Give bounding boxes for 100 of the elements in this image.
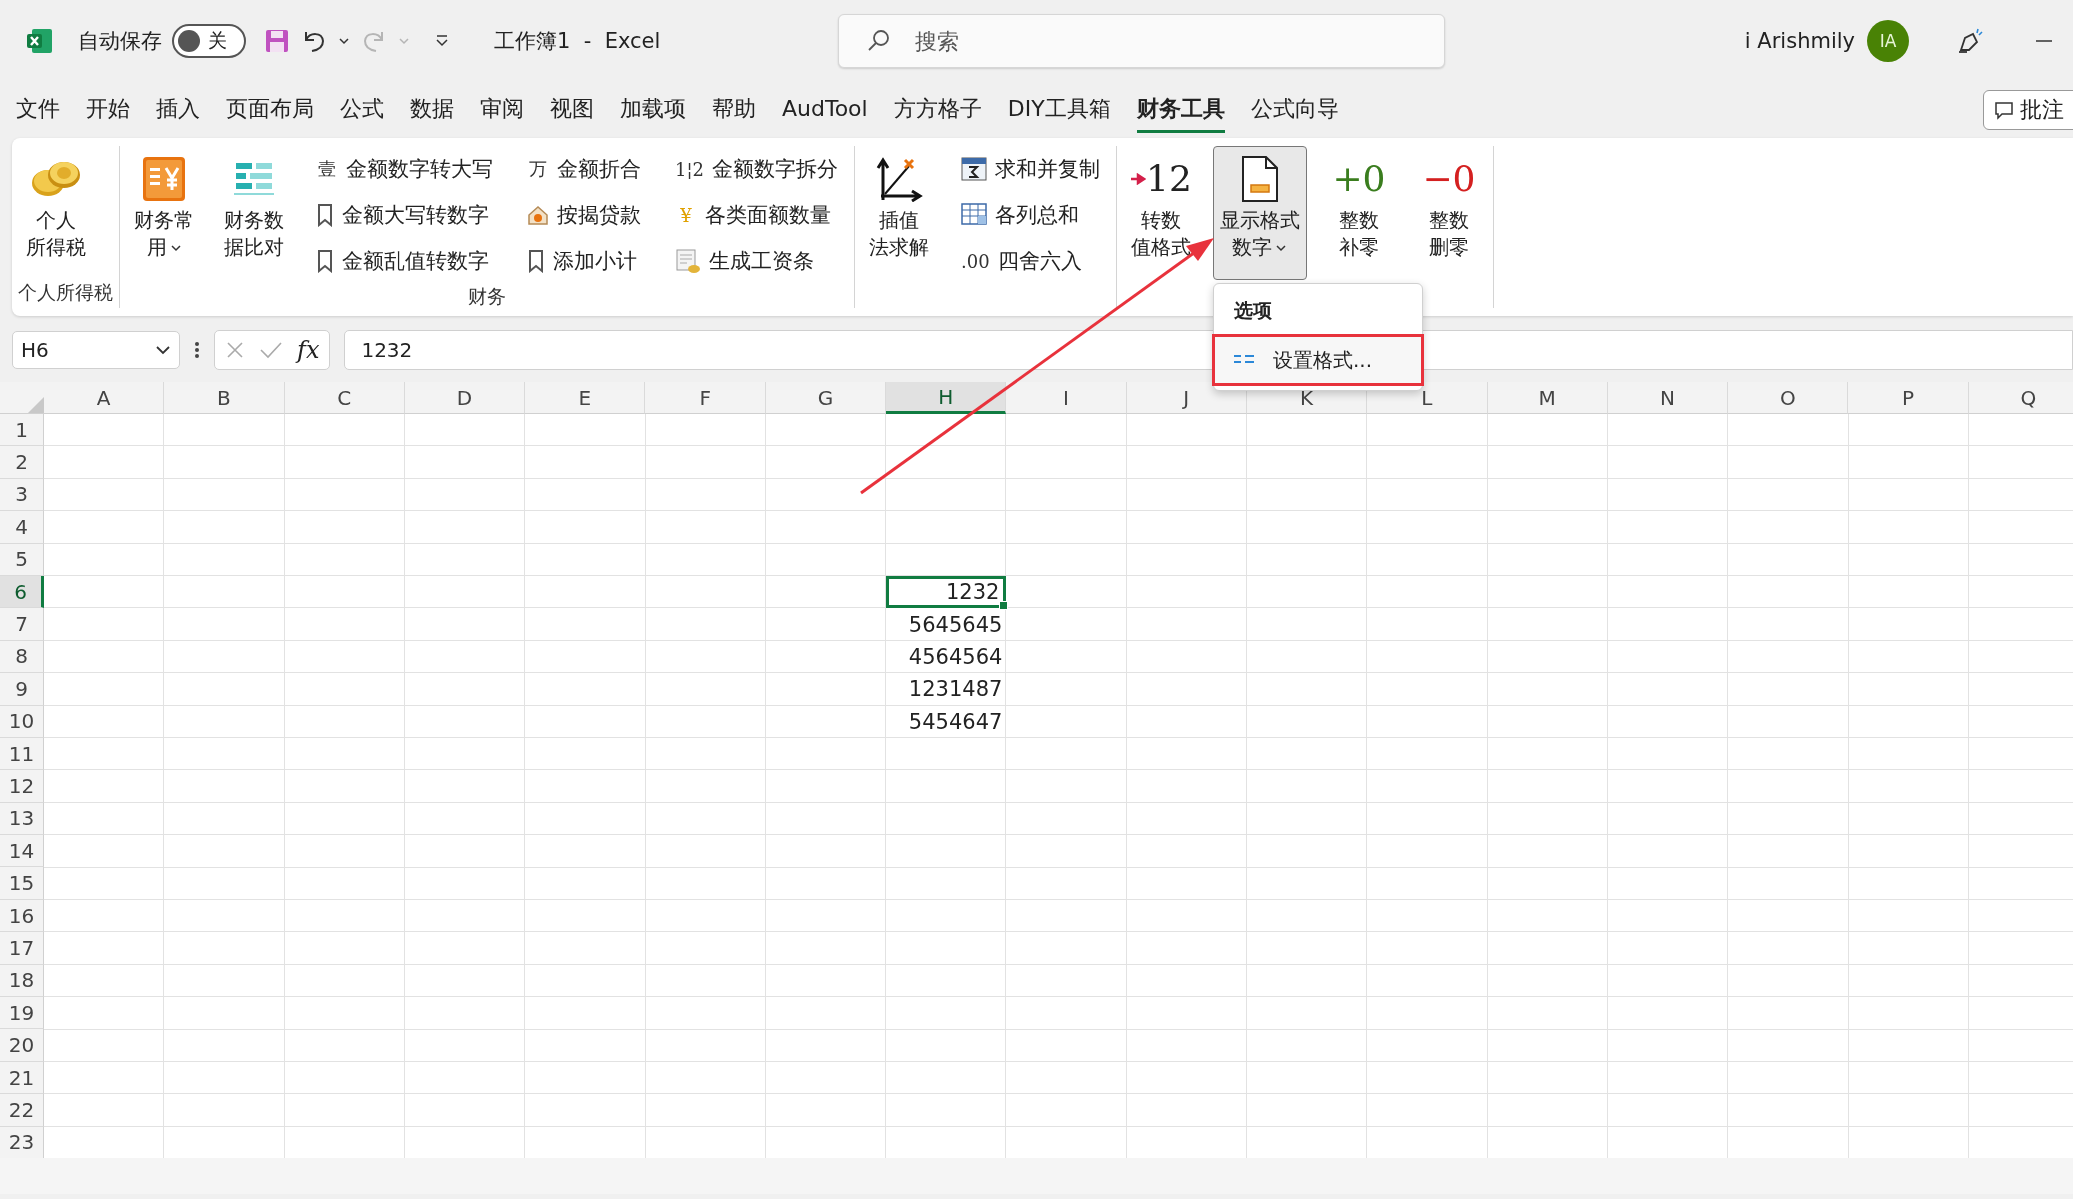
- column-header[interactable]: I: [1006, 382, 1127, 414]
- column-header[interactable]: J: [1126, 382, 1247, 414]
- bookmark-icon: [527, 249, 545, 273]
- glyph-icon: .00: [960, 250, 990, 272]
- menu-item[interactable]: 设置格式...: [1211, 334, 1424, 386]
- ribbon-tab[interactable]: 页面布局: [226, 87, 314, 133]
- sheet-coin-icon: [675, 248, 701, 274]
- check-icon[interactable]: [259, 340, 283, 360]
- column-header[interactable]: A: [44, 382, 165, 414]
- row-header[interactable]: 11: [0, 737, 44, 771]
- ribbon-tab[interactable]: 公式向导: [1250, 87, 1339, 133]
- column-header[interactable]: H: [886, 382, 1007, 414]
- ribbon-button[interactable]: 财务数 据比对: [216, 146, 292, 280]
- ribbon-command[interactable]: 各列总和: [956, 194, 1104, 236]
- ribbon-command[interactable]: .00 四舍六入: [956, 240, 1104, 282]
- ribbon-command[interactable]: 金额乱值转数字: [312, 240, 497, 282]
- column-header[interactable]: P: [1848, 382, 1969, 414]
- row-header[interactable]: 16: [0, 899, 44, 933]
- row-header[interactable]: 6: [0, 575, 44, 609]
- row-header[interactable]: 20: [0, 1029, 44, 1062]
- ribbon-command[interactable]: 金额大写转数字: [312, 194, 497, 236]
- ribbon-button[interactable]: 个人 所得税: [18, 146, 94, 280]
- column-header[interactable]: M: [1487, 382, 1608, 414]
- row-header[interactable]: 13: [0, 802, 44, 836]
- ribbon-tab[interactable]: 帮助: [712, 87, 756, 133]
- more-icon[interactable]: [194, 340, 200, 360]
- glyph-icon: ¥: [675, 204, 697, 226]
- row-header[interactable]: 14: [0, 835, 44, 868]
- row-header[interactable]: 17: [0, 932, 44, 965]
- column-header[interactable]: D: [404, 382, 526, 414]
- ribbon-command[interactable]: 求和并复制: [956, 148, 1104, 190]
- column-header[interactable]: C: [284, 382, 405, 414]
- user-avatar[interactable]: IA: [1867, 20, 1909, 62]
- table-cell[interactable]: 1231487: [886, 673, 1007, 706]
- insert-function-button[interactable]: fx: [297, 336, 320, 364]
- column-header[interactable]: E: [525, 382, 646, 414]
- save-icon[interactable]: [264, 28, 290, 54]
- ribbon-command[interactable]: 万 金额折合: [523, 148, 645, 190]
- ribbon-command[interactable]: 添加小计: [523, 240, 645, 282]
- ribbon-button[interactable]: +0 整数 补零: [1320, 146, 1397, 280]
- ribbon-command[interactable]: 生成工资条: [671, 240, 842, 282]
- row-header[interactable]: 4: [0, 511, 44, 544]
- sum-table-icon: [960, 157, 987, 181]
- ribbon-command[interactable]: 1¦2 金额数字拆分: [671, 148, 842, 190]
- row-header[interactable]: 5: [0, 543, 44, 576]
- autosave-toggle[interactable]: 关: [172, 24, 246, 58]
- row-header[interactable]: 21: [0, 1061, 44, 1095]
- comment-button[interactable]: 批注: [1983, 90, 2073, 130]
- ribbon-tab[interactable]: 数据: [410, 87, 454, 133]
- ribbon-button[interactable]: 12 转数 值格式: [1122, 146, 1199, 280]
- row-header[interactable]: 18: [0, 964, 44, 998]
- column-header[interactable]: F: [645, 382, 766, 414]
- ribbon-tab[interactable]: 视图: [550, 87, 594, 133]
- row-header[interactable]: 10: [0, 705, 44, 738]
- ribbon-command[interactable]: ¥ 各类面额数量: [671, 194, 842, 236]
- caret-icon: [155, 345, 171, 355]
- ribbon-button[interactable]: 插值 法求解: [860, 146, 937, 280]
- ribbon-tab[interactable]: 插入: [156, 87, 200, 133]
- caret-icon[interactable]: [338, 37, 350, 45]
- column-header[interactable]: B: [164, 382, 285, 414]
- row-header[interactable]: 23: [0, 1126, 44, 1158]
- column-header[interactable]: Q: [1968, 382, 2073, 414]
- ribbon-button[interactable]: 显示格式 数字: [1212, 146, 1307, 280]
- ribbon-tab[interactable]: 财务工具: [1136, 87, 1225, 133]
- ribbon-tab[interactable]: DIY工具箱: [1007, 87, 1111, 133]
- table-cell[interactable]: 4564564: [886, 640, 1007, 674]
- name-box[interactable]: H6: [12, 331, 180, 369]
- ribbon-command[interactable]: 按揭贷款: [523, 194, 645, 236]
- ribbon-tab[interactable]: 加载项: [620, 87, 686, 133]
- row-header[interactable]: 8: [0, 640, 44, 674]
- ribbon-button[interactable]: 财务常 用: [126, 146, 202, 280]
- row-header[interactable]: 7: [0, 608, 44, 641]
- row-header[interactable]: 2: [0, 446, 44, 479]
- column-header[interactable]: N: [1607, 382, 1729, 414]
- group-label: 个人所得税: [18, 280, 113, 305]
- ribbon-button[interactable]: −0 整数 删零: [1410, 146, 1487, 280]
- row-header[interactable]: 3: [0, 478, 44, 512]
- ribbon-tab[interactable]: 公式: [340, 87, 384, 133]
- customize-toolbar-icon[interactable]: [434, 34, 450, 48]
- row-header[interactable]: 9: [0, 673, 44, 706]
- row-header[interactable]: 12: [0, 770, 44, 803]
- column-header[interactable]: G: [765, 382, 887, 414]
- user-name[interactable]: i Arishmily: [1744, 29, 1855, 53]
- search-field[interactable]: 搜索: [838, 14, 1445, 68]
- minimize-icon[interactable]: [2035, 39, 2053, 43]
- ribbon-tab[interactable]: 开始: [86, 87, 130, 133]
- row-header[interactable]: 22: [0, 1094, 44, 1127]
- ribbon-tab[interactable]: 方方格子: [893, 87, 982, 133]
- ribbon-tab[interactable]: 审阅: [480, 87, 524, 133]
- row-header[interactable]: 19: [0, 997, 44, 1030]
- column-header[interactable]: O: [1728, 382, 1849, 414]
- row-header[interactable]: 1: [0, 414, 44, 447]
- ribbon-tab[interactable]: 文件: [16, 87, 60, 133]
- table-cell[interactable]: 1232: [886, 575, 1007, 609]
- ribbon-tab[interactable]: AudTool: [782, 90, 868, 130]
- table-cell[interactable]: 5454647: [886, 705, 1007, 738]
- row-header[interactable]: 15: [0, 867, 44, 900]
- fill-handle[interactable]: [999, 601, 1009, 611]
- table-cell[interactable]: 5645645: [886, 608, 1007, 641]
- ribbon-command[interactable]: 壹 金额数字转大写: [312, 148, 497, 190]
